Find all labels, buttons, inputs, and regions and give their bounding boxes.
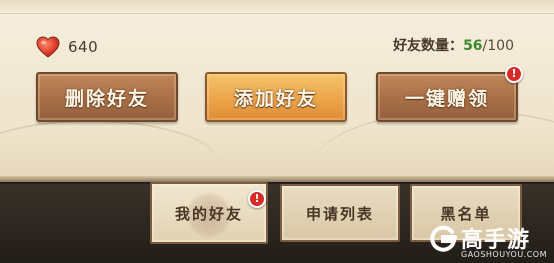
watermark-domain: GAOSHOUYOU.COM [461,250,548,259]
tab-blacklist-label: 黑名单 [440,204,492,223]
gaoshouyou-logo-icon [430,225,457,252]
friend-count: 好友数量：56/100 [393,35,514,57]
tab-requests-label: 申请列表 [305,204,374,223]
friend-count-max: /100 [482,38,514,54]
tab-my-friends-label: 我的好友 [174,204,243,223]
panel-bottom-edge [0,176,554,182]
exclamation-badge-icon: ! [505,65,523,83]
add-friend-button[interactable]: 添加好友 [205,72,347,122]
panel-decoration-left [0,120,220,182]
delete-friend-button[interactable]: 删除好友 [36,72,178,122]
heart-icon [36,36,60,58]
heart-count: 640 [68,38,99,56]
friend-count-label: 好友数量： [393,38,464,54]
watermark: 高手游 GAOSHOUYOU.COM [428,222,552,262]
claim-all-button[interactable]: 一键赠领 [376,72,518,122]
friend-count-current: 56 [463,38,483,54]
tab-requests[interactable]: 申请列表 [280,184,400,242]
panel-top-ribbon [0,0,554,14]
exclamation-badge-icon: ! [248,190,266,208]
